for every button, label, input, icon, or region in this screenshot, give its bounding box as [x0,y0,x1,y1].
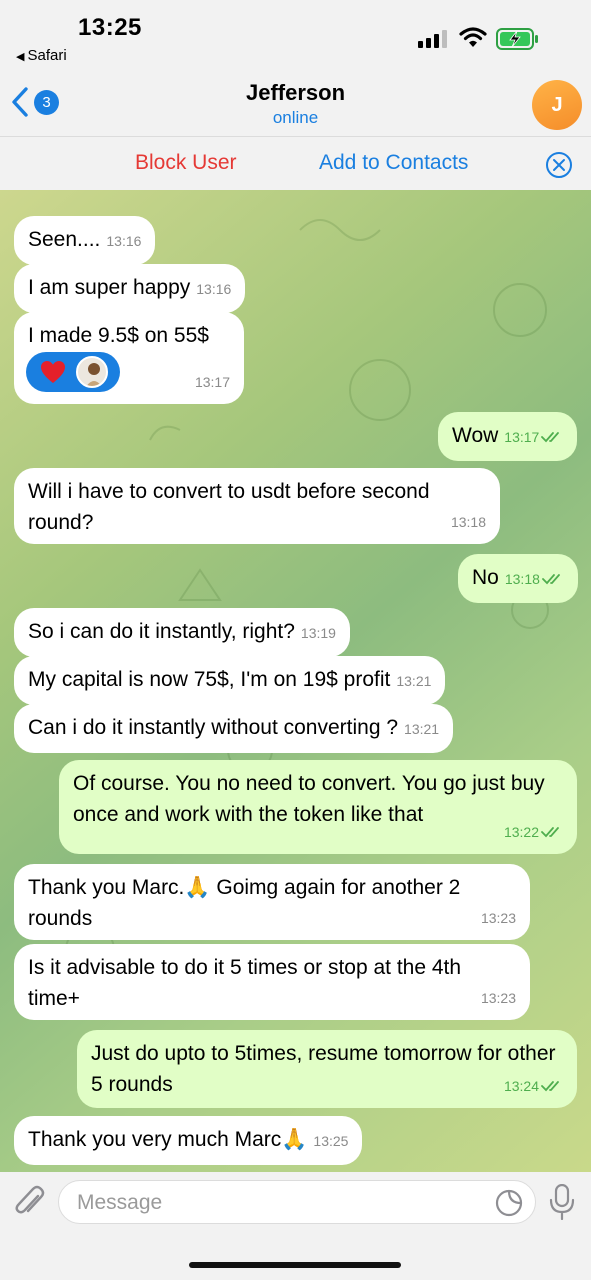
battery-charging-icon [496,28,538,50]
message-bubble-incoming[interactable]: Thank you Marc.🙏 Goimg again for another… [14,864,530,940]
message-text: Wow [452,424,499,447]
message-bubble-outgoing[interactable]: No 13:18 [458,554,578,603]
message-bubble-incoming[interactable]: I am super happy 13:16 [14,264,246,313]
message-text: Will i have to convert to usdt before se… [28,480,430,534]
message-bubble-incoming[interactable]: I made 9.5$ on 55$ 13:17 [14,312,244,404]
message-time: 13:18 [450,514,486,530]
message-bubble-incoming[interactable]: Can i do it instantly without converting… [14,704,454,753]
message-placeholder: Message [77,1191,163,1214]
message-input-bar: Message [0,1172,591,1280]
heart-reaction-icon [41,361,65,383]
add-to-contacts-button[interactable]: Add to Contacts [319,151,468,175]
message-text: My capital is now 75$, I'm on 19$ profit [28,668,391,691]
message-time: 13:17 [504,429,540,445]
double-check-icon [541,1081,559,1092]
message-time: 13:18 [504,571,540,587]
message-time: 13:21 [404,721,440,737]
message-time: 13:19 [300,625,336,641]
message-time: 13:21 [396,673,432,689]
message-time: 13:24 [503,1078,539,1094]
message-time: 13:16 [196,281,232,297]
message-text: Is it advisable to do it 5 times or stop… [28,956,462,1010]
home-indicator[interactable] [189,1262,401,1268]
microphone-icon[interactable] [548,1184,576,1220]
double-check-icon [542,574,560,585]
block-user-button[interactable]: Block User [135,151,237,175]
message-bubble-outgoing[interactable]: Wow 13:17 [438,412,578,461]
message-time: 13:23 [480,990,516,1006]
message-text: So i can do it instantly, right? [28,620,295,643]
message-text: Thank you Marc.🙏 Goimg again for another… [28,876,461,930]
message-text: Can i do it instantly without converting… [28,716,399,739]
reaction-pill[interactable] [26,352,120,392]
message-time: 13:22 [503,824,539,840]
message-time: 13:23 [480,910,516,926]
close-icon[interactable] [545,151,573,179]
message-bubble-outgoing[interactable]: Just do upto to 5times, resume tomorrow … [77,1030,577,1108]
message-text: Just do upto to 5times, resume tomorrow … [91,1042,556,1096]
message-meta: 13:24 [504,1071,563,1102]
status-time: 13:25 [78,14,142,41]
message-list[interactable]: Seen.... 13:16 I am super happy 13:16 I ma… [0,190,591,1172]
message-bubble-incoming[interactable]: So i can do it instantly, right? 13:19 [14,608,350,657]
back-app-label: Safari [27,47,67,64]
paperclip-icon[interactable] [12,1182,48,1222]
chat-title[interactable]: Jefferson [0,80,591,106]
contact-avatar[interactable]: J [532,80,582,130]
chat-status: online [272,108,319,127]
message-bubble-incoming[interactable]: Will i have to convert to usdt before se… [14,468,500,544]
message-text: Of course. You no need to convert. You g… [73,772,545,826]
wifi-icon [459,27,487,47]
double-check-icon [541,432,560,443]
message-bubble-incoming[interactable]: Thank you very much Marc🙏 13:25 [14,1116,363,1165]
message-time: 13:25 [313,1133,349,1149]
message-text: I made 9.5$ on 55$ [28,324,209,347]
message-text: No [472,566,499,589]
status-bar: 13:25 ◀ Safari [0,0,591,72]
sticker-icon[interactable] [495,1189,523,1217]
message-bubble-outgoing[interactable]: Of course. You no need to convert. You g… [59,760,577,854]
message-input[interactable]: Message [58,1180,536,1224]
message-bubble-incoming[interactable]: Seen.... 13:16 [14,216,156,265]
cellular-signal-icon [418,30,447,48]
double-check-icon [541,827,559,838]
message-bubble-incoming[interactable]: Is it advisable to do it 5 times or stop… [14,944,530,1020]
message-bubble-incoming[interactable]: My capital is now 75$, I'm on 19$ profit… [14,656,446,705]
message-text: Seen.... [28,228,101,251]
message-meta: 13:22 [504,817,563,848]
contact-action-bar: Block User Add to Contacts [0,136,591,190]
message-text: Thank you very much Marc🙏 [28,1128,308,1151]
message-time: 13:17 [194,374,230,390]
back-to-app-link[interactable]: ◀ Safari [16,47,67,64]
message-time: 13:16 [106,233,142,249]
chat-header: 3 Jefferson online J [0,72,591,136]
message-text: I am super happy [28,276,191,299]
back-triangle-icon: ◀ [16,51,25,63]
reactor-avatar [76,356,108,388]
